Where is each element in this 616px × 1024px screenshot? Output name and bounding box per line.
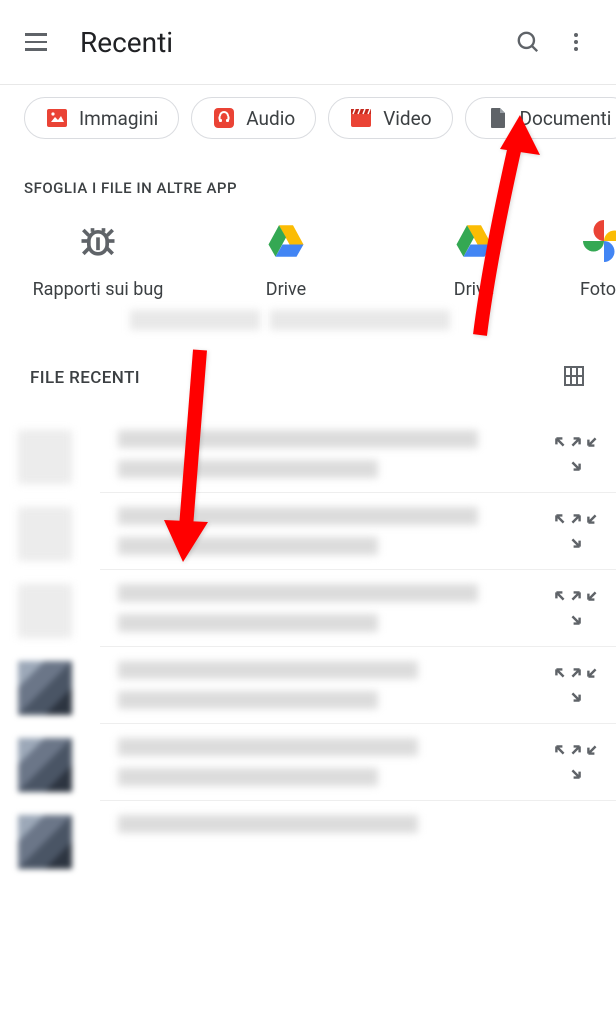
- file-item[interactable]: [100, 647, 616, 724]
- arrow-tl-icon: [554, 513, 566, 525]
- chip-images[interactable]: Immagini: [24, 97, 179, 139]
- file-text: [118, 738, 554, 786]
- app-label: Drive: [266, 279, 306, 300]
- arrow-tl-icon: [554, 590, 566, 602]
- app-drive-1[interactable]: Drive: [192, 217, 380, 300]
- arrow-br-icon: [570, 768, 582, 780]
- bug-icon: [74, 217, 122, 265]
- file-text: [118, 661, 554, 709]
- chip-label: Video: [383, 107, 431, 130]
- file-item[interactable]: [100, 493, 616, 570]
- audio-icon: [212, 106, 236, 130]
- expand-button[interactable]: [554, 509, 598, 553]
- drive-icon: [450, 217, 498, 265]
- document-icon: [486, 106, 510, 130]
- file-thumbnail: [18, 661, 72, 715]
- image-icon: [45, 106, 69, 130]
- page-title: Recenti: [80, 26, 504, 59]
- file-thumbnail: [18, 430, 72, 484]
- hamburger-icon: [25, 33, 47, 51]
- search-button[interactable]: [504, 18, 552, 66]
- file-item[interactable]: [100, 570, 616, 647]
- arrow-tl-icon: [554, 744, 566, 756]
- filter-chips-row: Immagini Audio Video Documenti: [0, 85, 616, 151]
- arrow-tr-icon: [570, 436, 582, 448]
- expand-button[interactable]: [554, 740, 598, 784]
- top-bar: Recenti: [0, 0, 616, 85]
- search-icon: [515, 29, 541, 55]
- chip-audio[interactable]: Audio: [191, 97, 316, 139]
- arrow-bl-icon: [586, 667, 598, 679]
- file-item[interactable]: [100, 801, 616, 847]
- chip-documents[interactable]: Documenti: [465, 97, 616, 139]
- expand-button[interactable]: [554, 432, 598, 476]
- file-item[interactable]: [100, 416, 616, 493]
- arrow-tl-icon: [554, 667, 566, 679]
- file-item[interactable]: [100, 724, 616, 801]
- file-text: [118, 507, 554, 555]
- app-label: Rapporti sui bug: [33, 279, 164, 300]
- arrow-bl-icon: [586, 436, 598, 448]
- grid-view-button[interactable]: [562, 364, 586, 392]
- arrow-br-icon: [570, 537, 582, 549]
- recent-files-header: FILE RECENTI: [0, 340, 616, 416]
- chip-label: Immagini: [79, 107, 158, 130]
- browse-section-title: SFOGLIA I FILE IN ALTRE APP: [0, 151, 616, 217]
- expand-button[interactable]: [554, 586, 598, 630]
- chip-label: Documenti: [520, 107, 612, 130]
- arrow-tr-icon: [570, 590, 582, 602]
- arrow-tr-icon: [570, 513, 582, 525]
- file-list: [0, 416, 616, 847]
- arrow-tr-icon: [570, 744, 582, 756]
- arrow-tr-icon: [570, 667, 582, 679]
- arrow-bl-icon: [586, 590, 598, 602]
- more-vert-icon: [564, 30, 588, 54]
- menu-button[interactable]: [16, 22, 56, 62]
- app-bug-reports[interactable]: Rapporti sui bug: [4, 217, 192, 300]
- more-button[interactable]: [552, 18, 600, 66]
- expand-button[interactable]: [554, 663, 598, 707]
- file-text: [118, 584, 554, 632]
- file-thumbnail: [18, 507, 72, 561]
- file-text: [118, 430, 554, 478]
- arrow-bl-icon: [586, 513, 598, 525]
- drive-icon: [262, 217, 310, 265]
- arrow-tl-icon: [554, 436, 566, 448]
- file-thumbnail: [18, 815, 72, 869]
- chip-label: Audio: [246, 107, 295, 130]
- arrow-br-icon: [570, 691, 582, 703]
- app-label: Foto: [580, 279, 616, 300]
- chip-video[interactable]: Video: [328, 97, 452, 139]
- arrow-br-icon: [570, 460, 582, 472]
- video-icon: [349, 106, 373, 130]
- apps-row: Rapporti sui bug Drive Drive Foto: [0, 217, 616, 300]
- arrow-bl-icon: [586, 744, 598, 756]
- app-drive-2[interactable]: Drive: [380, 217, 568, 300]
- file-thumbnail: [18, 738, 72, 792]
- photos-icon: [580, 217, 616, 265]
- file-text: [118, 815, 598, 833]
- grid-icon: [562, 364, 586, 388]
- app-label: Drive: [454, 279, 494, 300]
- recent-files-title: FILE RECENTI: [30, 368, 140, 388]
- arrow-br-icon: [570, 614, 582, 626]
- file-thumbnail: [18, 584, 72, 638]
- blurred-apps-row: [0, 300, 616, 340]
- app-photos[interactable]: Foto: [568, 217, 616, 300]
